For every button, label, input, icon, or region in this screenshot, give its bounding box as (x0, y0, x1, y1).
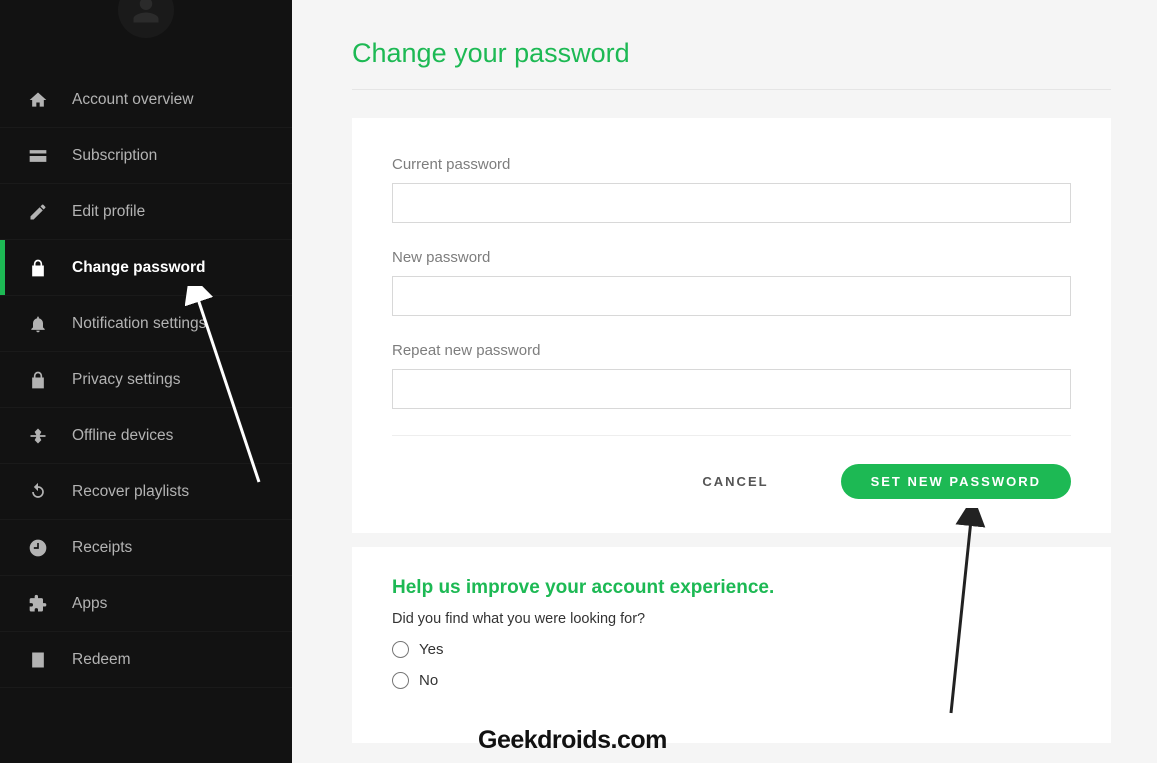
lock-icon (28, 258, 72, 278)
clock-icon (28, 538, 72, 558)
sidebar-item-label: Edit profile (72, 203, 145, 221)
change-password-panel: Current password New password Repeat new… (352, 118, 1111, 533)
sidebar-nav: Account overview Subscription Edit profi… (0, 72, 292, 688)
sidebar: Account overview Subscription Edit profi… (0, 0, 292, 763)
sidebar-item-label: Subscription (72, 147, 157, 165)
redeem-icon (28, 650, 72, 670)
sidebar-item-edit-profile[interactable]: Edit profile (0, 184, 292, 240)
sidebar-item-label: Notification settings (72, 315, 206, 333)
offline-icon (28, 426, 72, 446)
current-password-field: Current password (392, 156, 1071, 223)
pencil-icon (28, 202, 72, 222)
sidebar-item-label: Recover playlists (72, 483, 189, 501)
puzzle-icon (28, 594, 72, 614)
sidebar-item-notification-settings[interactable]: Notification settings (0, 296, 292, 352)
repeat-password-input[interactable] (392, 369, 1071, 409)
avatar-area (0, 0, 292, 72)
refresh-icon (28, 482, 72, 502)
page-title: Change your password (352, 38, 1111, 90)
sidebar-item-account-overview[interactable]: Account overview (0, 72, 292, 128)
card-icon (28, 146, 72, 166)
set-new-password-button[interactable]: SET NEW PASSWORD (841, 464, 1071, 499)
main-content: Change your password Current password Ne… (292, 0, 1157, 763)
feedback-label-yes: Yes (419, 641, 443, 658)
sidebar-item-receipts[interactable]: Receipts (0, 520, 292, 576)
sidebar-item-apps[interactable]: Apps (0, 576, 292, 632)
bell-icon (28, 314, 72, 334)
new-password-label: New password (392, 249, 1071, 266)
watermark-text: Geekdroids.com (478, 726, 667, 755)
sidebar-item-label: Offline devices (72, 427, 173, 445)
current-password-input[interactable] (392, 183, 1071, 223)
lock-icon (28, 370, 72, 390)
home-icon (28, 90, 72, 110)
feedback-question: Did you find what you were looking for? (392, 611, 1071, 627)
repeat-password-label: Repeat new password (392, 342, 1071, 359)
new-password-field: New password (392, 249, 1071, 316)
avatar[interactable] (118, 0, 174, 38)
new-password-input[interactable] (392, 276, 1071, 316)
sidebar-item-redeem[interactable]: Redeem (0, 632, 292, 688)
feedback-option-yes[interactable]: Yes (392, 641, 1071, 658)
cancel-button[interactable]: CANCEL (702, 474, 768, 489)
sidebar-item-privacy-settings[interactable]: Privacy settings (0, 352, 292, 408)
sidebar-item-offline-devices[interactable]: Offline devices (0, 408, 292, 464)
sidebar-item-label: Apps (72, 595, 107, 613)
sidebar-item-label: Redeem (72, 651, 131, 669)
sidebar-item-label: Receipts (72, 539, 132, 557)
sidebar-item-label: Privacy settings (72, 371, 181, 389)
user-icon (131, 0, 161, 25)
current-password-label: Current password (392, 156, 1071, 173)
feedback-panel: Help us improve your account experience.… (352, 547, 1111, 743)
sidebar-item-label: Account overview (72, 91, 193, 109)
sidebar-item-label: Change password (72, 259, 206, 277)
feedback-label-no: No (419, 672, 438, 689)
feedback-radio-yes[interactable] (392, 641, 409, 658)
feedback-option-no[interactable]: No (392, 672, 1071, 689)
sidebar-item-recover-playlists[interactable]: Recover playlists (0, 464, 292, 520)
feedback-title: Help us improve your account experience. (392, 577, 1071, 599)
sidebar-item-change-password[interactable]: Change password (0, 240, 292, 296)
divider (392, 435, 1071, 436)
form-actions: CANCEL SET NEW PASSWORD (392, 464, 1071, 499)
sidebar-item-subscription[interactable]: Subscription (0, 128, 292, 184)
feedback-radio-no[interactable] (392, 672, 409, 689)
repeat-password-field: Repeat new password (392, 342, 1071, 409)
